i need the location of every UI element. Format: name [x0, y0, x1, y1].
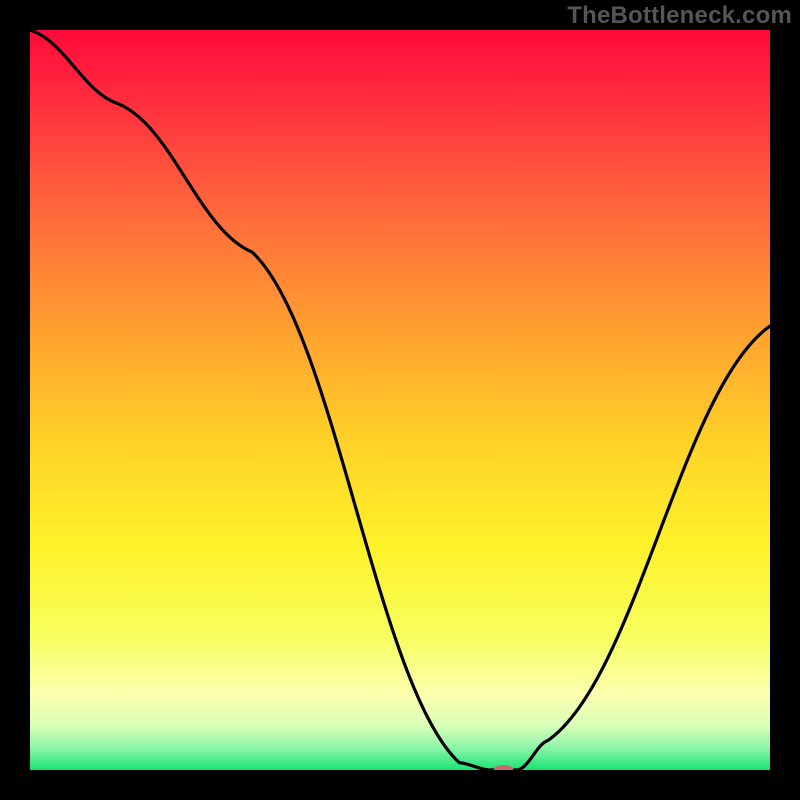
chart-svg	[30, 30, 770, 770]
chart-container: TheBottleneck.com	[0, 0, 800, 800]
watermark-label: TheBottleneck.com	[567, 2, 792, 30]
chart-background	[30, 30, 770, 770]
plot-area	[30, 30, 770, 770]
